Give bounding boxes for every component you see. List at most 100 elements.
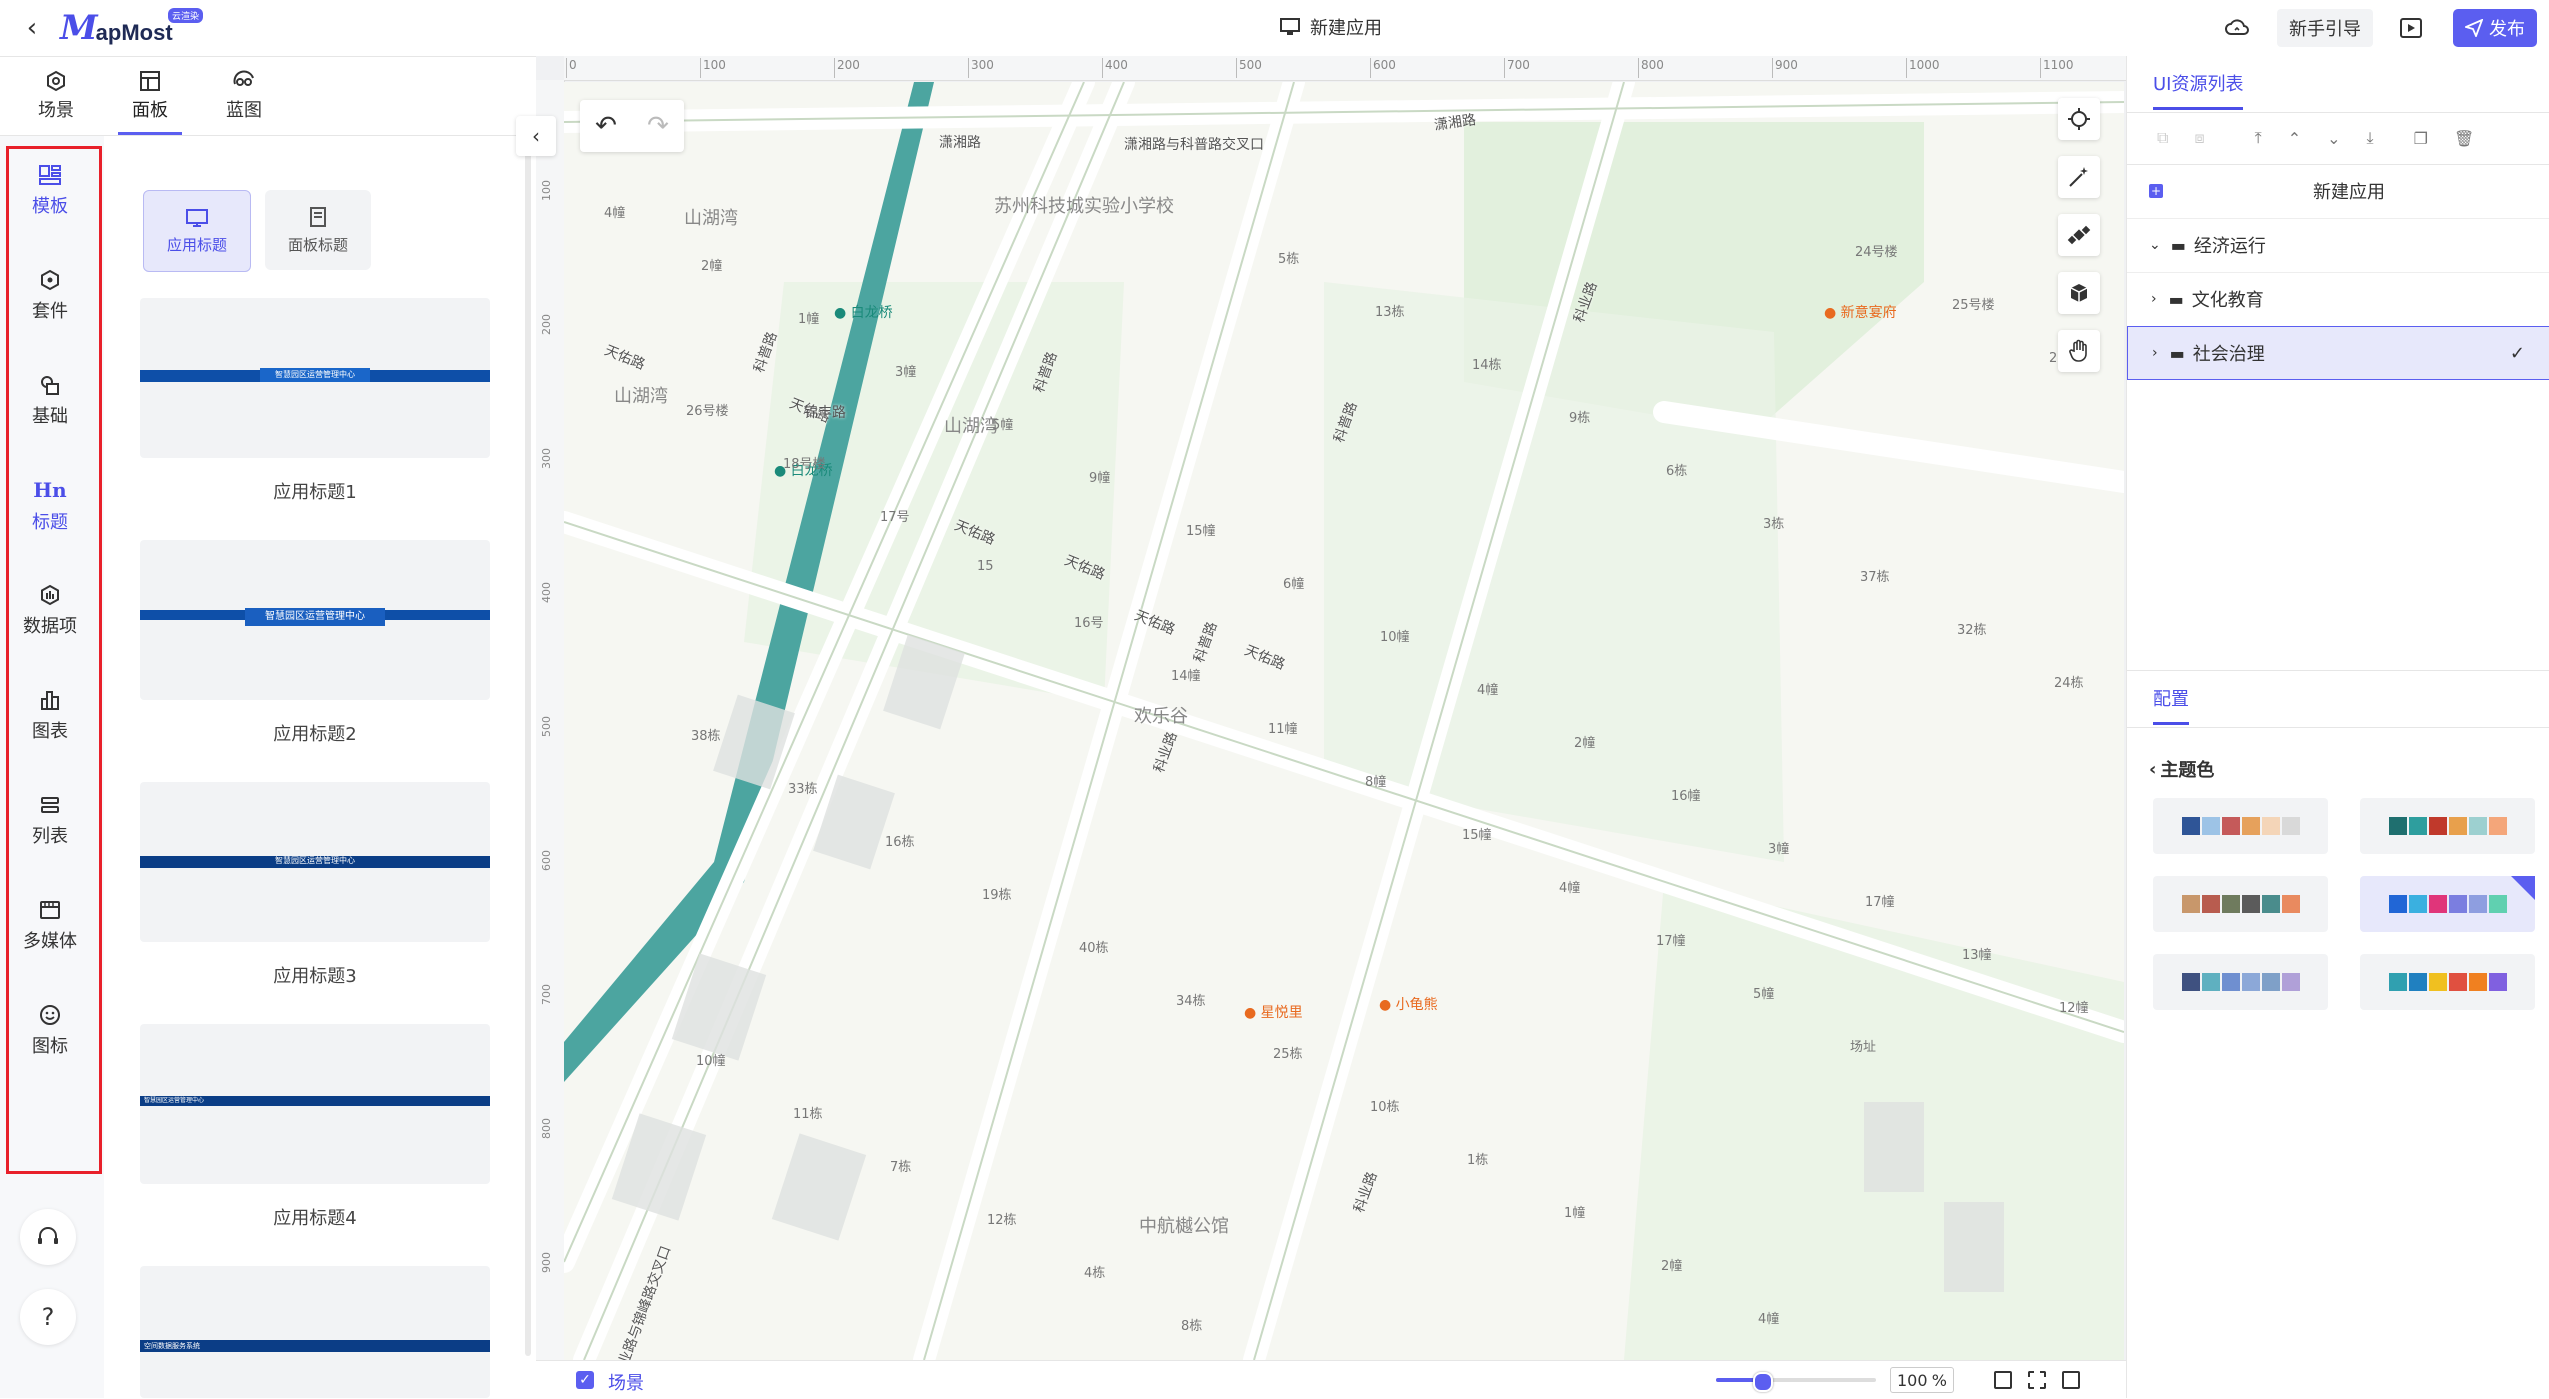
group-icon[interactable]: ⧉ xyxy=(2157,128,2168,148)
move-up-icon[interactable]: ⌃ xyxy=(2288,129,2301,148)
tree-item-label: 经济运行 xyxy=(2193,236,2266,257)
theme-palette-option[interactable] xyxy=(2360,876,2535,932)
redo-icon[interactable]: ↷ xyxy=(647,111,669,141)
zoom-slider[interactable] xyxy=(1716,1372,1876,1392)
scene-icon xyxy=(47,70,65,92)
chevron-right-icon[interactable]: › xyxy=(2152,345,2158,361)
map-building-label: 15幢 xyxy=(1186,524,1216,539)
map-road-label: 科业路 xyxy=(1151,729,1181,775)
scene-checkbox[interactable]: ✓ xyxy=(576,1371,594,1389)
theme-palette-option[interactable] xyxy=(2360,954,2535,1010)
copy-icon[interactable]: ❐ xyxy=(2414,129,2428,148)
color-swatch xyxy=(2428,973,2447,991)
theme-palette-option[interactable] xyxy=(2153,876,2328,932)
help-button[interactable]: ? xyxy=(20,1289,76,1345)
magic-wand-icon[interactable] xyxy=(2058,156,2100,198)
back-icon[interactable]: ‹ xyxy=(18,14,46,42)
move-bottom-icon[interactable]: ⤓ xyxy=(2367,128,2374,148)
support-headset-icon[interactable] xyxy=(20,1209,76,1265)
folder-icon: ▬ xyxy=(2170,235,2186,255)
subtab-panel-title[interactable]: 面板标题 xyxy=(265,190,371,270)
subtab-app-title[interactable]: 应用标题 xyxy=(143,190,251,272)
hand-pan-icon[interactable] xyxy=(2058,330,2100,372)
tree-item-root[interactable]: + 新建应用 xyxy=(2127,164,2549,219)
left-main-tabs: 场景 面板 蓝图 xyxy=(0,57,535,136)
cloud-sync-icon[interactable] xyxy=(2219,10,2255,46)
template-thumbnail: 空间数据服务系统 xyxy=(140,1266,490,1398)
satellite-icon[interactable] xyxy=(2058,214,2100,256)
map-building-label: 4幢 xyxy=(604,206,626,221)
delete-icon[interactable]: 🗑 xyxy=(2454,129,2474,148)
tree-item-culture[interactable]: › ▬ 文化教育 xyxy=(2127,272,2549,327)
map-building-label: 18号楼 xyxy=(783,457,826,472)
zoom-input[interactable]: 100 % xyxy=(1890,1367,1954,1393)
map-poi-label[interactable]: ● 星悦里 xyxy=(1244,1002,1303,1022)
monitor-icon xyxy=(186,208,208,227)
tree-item-economy[interactable]: ⌄ ▬ 经济运行 xyxy=(2127,218,2549,273)
map-building-label: 16幢 xyxy=(1671,789,1701,804)
theme-color-heading[interactable]: ‹ 主题色 xyxy=(2149,756,2214,782)
send-icon xyxy=(2465,19,2483,37)
undo-icon[interactable]: ↶ xyxy=(595,111,617,141)
chevron-right-icon[interactable]: › xyxy=(2151,291,2157,307)
tree-item-governance[interactable]: › ▬ 社会治理 ✓ xyxy=(2127,326,2549,380)
preview-play-icon[interactable] xyxy=(2393,10,2429,46)
color-swatch xyxy=(2468,895,2487,913)
ruler-tick: 400 xyxy=(540,582,553,603)
tab-scene[interactable]: 场景 xyxy=(16,57,96,135)
fit-screen-icon[interactable] xyxy=(2028,1371,2046,1389)
map-building-label: 37栋 xyxy=(1860,570,1890,585)
template-card-label: 应用标题3 xyxy=(273,966,357,987)
map-road-label: 科业路与锦峰路交叉口 xyxy=(611,1243,675,1360)
check-icon: ✓ xyxy=(2509,342,2525,364)
fullscreen-icon[interactable] xyxy=(2062,1371,2080,1389)
add-icon[interactable]: + xyxy=(2149,184,2163,198)
tab-panel[interactable]: 面板 xyxy=(110,57,190,135)
map-building-label: 场址 xyxy=(1850,1040,1877,1055)
map-road-label: 天佑路 xyxy=(602,342,648,374)
map-poi-label[interactable]: ● 新意宴府 xyxy=(1824,302,1897,322)
move-down-icon[interactable]: ⌄ xyxy=(2327,129,2340,148)
map-building-label: 4栋 xyxy=(1084,1266,1106,1281)
map-road-label: 锦丰路 xyxy=(804,405,846,421)
color-swatch xyxy=(2261,973,2280,991)
color-swatch xyxy=(2388,895,2407,913)
map-road-label: 潇湘路 xyxy=(939,135,981,151)
template-card[interactable]: 智慧园区运营管理中心 应用标题1 xyxy=(140,298,490,504)
theme-palette-option[interactable] xyxy=(2153,798,2328,854)
tab-ui-resource-list[interactable]: UI资源列表 xyxy=(2153,70,2244,110)
logo-text: apMost xyxy=(95,20,173,45)
template-card[interactable]: 智慧园区运营管理中心 应用标题2 xyxy=(140,540,490,746)
color-swatch xyxy=(2181,973,2200,991)
fit-width-icon[interactable] xyxy=(1994,1371,2012,1389)
chevron-down-icon[interactable]: ⌄ xyxy=(2149,237,2161,253)
collapse-panel-button[interactable]: ‹ xyxy=(516,116,556,156)
zoom-slider-knob[interactable] xyxy=(1752,1372,1773,1392)
map-building-label: 38栋 xyxy=(691,729,721,744)
config-tab-bar: 配置 xyxy=(2127,670,2549,728)
color-swatch xyxy=(2408,895,2427,913)
cube-3d-icon[interactable] xyxy=(2058,272,2100,314)
template-thumbnail: 智慧园区运营管理中心 xyxy=(140,540,490,700)
move-top-icon[interactable]: ⤒ xyxy=(2255,128,2262,148)
map-building-label: 1幢 xyxy=(1564,1206,1586,1221)
tab-blueprint[interactable]: 蓝图 xyxy=(204,57,284,135)
color-swatch xyxy=(2468,973,2487,991)
template-card[interactable]: 空间数据服务系统 xyxy=(140,1266,490,1398)
theme-palette-option[interactable] xyxy=(2153,954,2328,1010)
ungroup-icon[interactable]: ⧈ xyxy=(2194,128,2204,148)
publish-button[interactable]: 发布 xyxy=(2453,9,2537,47)
guide-button[interactable]: 新手引导 xyxy=(2277,9,2373,47)
tab-config[interactable]: 配置 xyxy=(2153,685,2189,725)
template-scrollbar[interactable] xyxy=(525,136,531,1356)
map-poi-label[interactable]: ● 小龟熊 xyxy=(1379,994,1438,1014)
map-building-label: 14栋 xyxy=(1472,358,1502,373)
locate-crosshair-icon[interactable] xyxy=(2058,98,2100,140)
template-card[interactable]: 智慧园区运营管理中心 应用标题4 xyxy=(140,1024,490,1230)
template-card[interactable]: 智慧园区运营管理中心 应用标题3 xyxy=(140,782,490,988)
theme-palette-option[interactable] xyxy=(2360,798,2535,854)
color-swatch xyxy=(2241,895,2260,913)
map-building-label: 16栋 xyxy=(885,835,915,850)
map-road-label: 科业路 xyxy=(1351,1169,1381,1215)
map-view[interactable]: 潇湘路潇湘路潇湘路与科普路交叉口潇湘路天佑路天佑路天佑路天佑路天佑路天佑路科普路… xyxy=(564,82,2124,1360)
